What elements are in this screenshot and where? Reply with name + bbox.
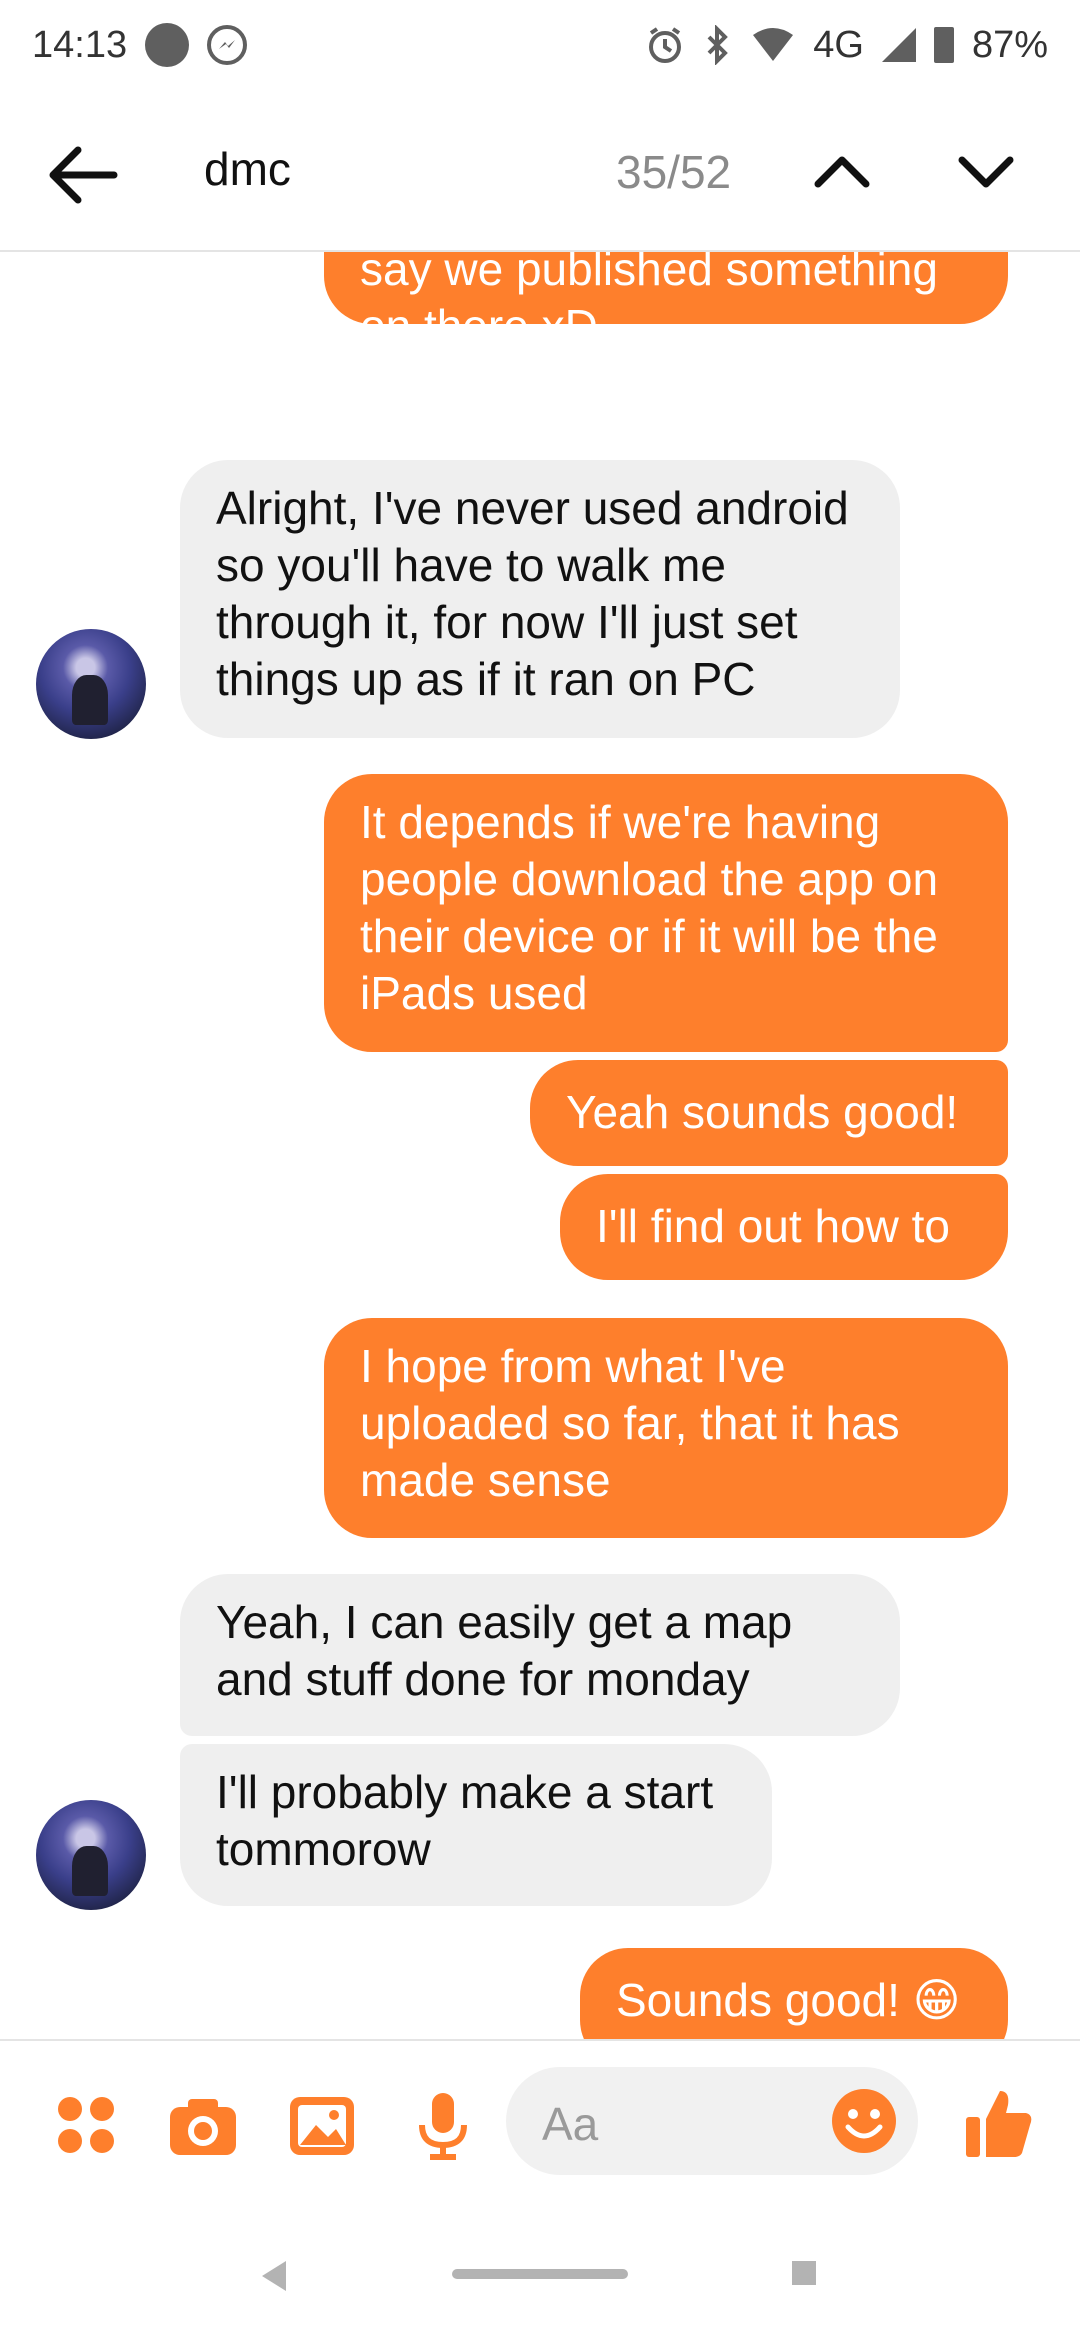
notification-dot-icon — [145, 23, 190, 67]
next-match-button[interactable] — [952, 138, 1020, 206]
gallery-icon — [290, 2097, 354, 2155]
status-time: 14:13 — [32, 23, 128, 66]
voice-button[interactable] — [408, 2091, 478, 2161]
apps-icon — [58, 2097, 114, 2153]
search-term[interactable]: dmc — [204, 142, 291, 196]
apps-button[interactable] — [52, 2091, 122, 2161]
alarm-icon — [649, 27, 682, 63]
nav-recents-icon[interactable] — [792, 2261, 816, 2285]
messenger-icon — [207, 25, 248, 65]
system-nav-bar — [0, 2203, 1080, 2340]
message-bubble-outgoing[interactable]: I hope from what I've uploaded so far, t… — [324, 1318, 1008, 1538]
battery-level: 87% — [971, 23, 1048, 66]
search-header: dmc 35/52 — [0, 90, 1080, 252]
like-button[interactable] — [964, 2085, 1034, 2157]
chevron-down-icon — [958, 156, 1014, 188]
emoji-icon — [832, 2089, 896, 2153]
status-bar: 14:13 4G 87% — [0, 0, 1080, 90]
message-bubble-incoming[interactable]: Yeah, I can easily get a map and stuff d… — [180, 1574, 900, 1736]
nav-back-icon[interactable] — [262, 2261, 286, 2291]
message-bubble-incoming[interactable]: Alright, I've never used android so you'… — [180, 460, 900, 738]
camera-icon — [170, 2099, 236, 2155]
mic-icon — [419, 2093, 467, 2160]
previous-match-button[interactable] — [808, 138, 876, 206]
message-bubble-incoming[interactable]: I'll probably make a start tommorow — [180, 1744, 772, 1906]
wifi-icon — [753, 28, 794, 61]
network-type: 4G — [813, 23, 864, 66]
bluetooth-icon — [707, 25, 729, 65]
match-count: 35/52 — [616, 146, 732, 198]
status-right: 4G 87% — [645, 24, 1048, 67]
contact-avatar[interactable] — [36, 1800, 146, 1910]
signal-icon — [881, 28, 916, 62]
message-composer: Aa — [0, 2039, 1080, 2203]
status-left: 14:13 — [32, 23, 248, 67]
contact-avatar[interactable] — [36, 629, 146, 739]
message-bubble-outgoing[interactable]: Sounds good! 😁 — [580, 1948, 1008, 2039]
message-bubble-outgoing[interactable]: And then on our CVs we can say we publis… — [324, 252, 1008, 352]
emoji-button[interactable] — [830, 2087, 898, 2155]
back-arrow-icon — [49, 146, 118, 204]
chevron-up-icon — [814, 156, 870, 188]
back-button[interactable] — [44, 140, 124, 210]
message-bubble-outgoing[interactable]: Yeah sounds good! — [530, 1060, 1008, 1166]
battery-icon — [933, 27, 954, 63]
message-thread[interactable]: And then on our CVs we can say we publis… — [0, 252, 1080, 2039]
message-input[interactable]: Aa — [506, 2067, 918, 2175]
message-bubble-outgoing[interactable]: It depends if we're having people downlo… — [324, 774, 1008, 1052]
message-input-placeholder: Aa — [542, 2098, 599, 2150]
message-bubble-outgoing[interactable]: I'll find out how to — [560, 1174, 1008, 1280]
thumbs-up-icon — [966, 2091, 1032, 2157]
gallery-button[interactable] — [288, 2091, 358, 2161]
camera-button[interactable] — [168, 2091, 238, 2161]
nav-home-pill[interactable] — [452, 2269, 628, 2279]
